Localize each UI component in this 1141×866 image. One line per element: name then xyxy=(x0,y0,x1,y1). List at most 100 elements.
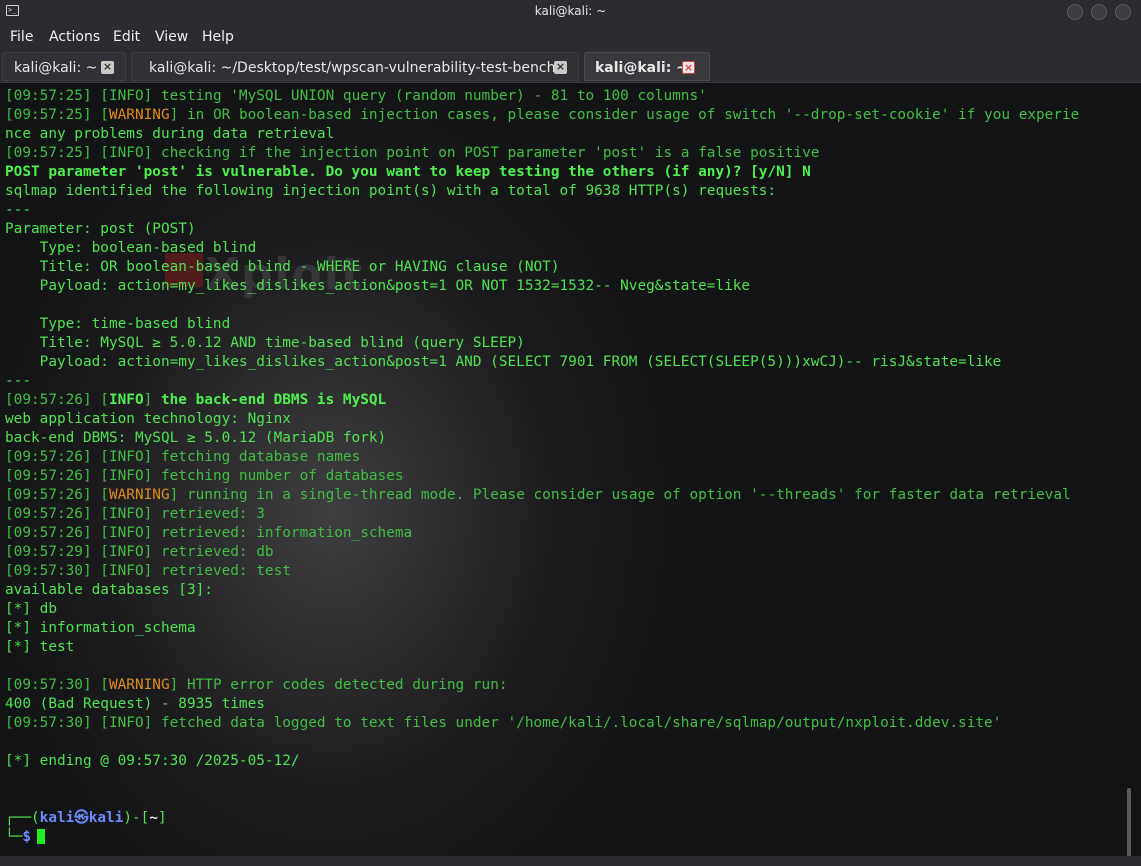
tab-close-icon[interactable]: × xyxy=(554,61,567,74)
bottom-bar xyxy=(0,856,1141,866)
terminal-line: [09:57:26] [INFO] fetching number of dat… xyxy=(5,468,404,484)
log-message: 400 (Bad Request) - 8935 times xyxy=(5,696,265,712)
terminal-line: [09:57:25] [INFO] testing 'MySQL UNION q… xyxy=(5,88,707,104)
terminal-line: [09:57:26] [INFO] retrieved: information… xyxy=(5,525,413,541)
log-message: HTTP error codes detected during run: xyxy=(178,677,508,693)
log-message: available databases [3]: xyxy=(5,582,213,598)
terminal-window: >_ kali@kali: ~ File Actions Edit View H… xyxy=(0,0,1141,866)
terminal-line: [*] test xyxy=(5,638,1130,657)
log-level: WARNING xyxy=(108,487,170,503)
prompt-dollar: $ xyxy=(22,829,31,845)
terminal-line: [09:57:25] [INFO] checking if the inject… xyxy=(5,145,820,161)
log-timestamp: [09:57:26] xyxy=(5,392,92,408)
close-window-button[interactable] xyxy=(1115,4,1131,20)
maximize-button[interactable] xyxy=(1091,4,1107,20)
tab-close-icon[interactable]: × xyxy=(101,61,114,74)
prompt-frame: ┌──( xyxy=(5,810,40,826)
terminal-scrollbar[interactable] xyxy=(1127,788,1131,858)
menu-view[interactable]: View xyxy=(155,29,188,45)
terminal-line: [09:57:30] [INFO] fetched data logged to… xyxy=(5,715,1002,731)
tab-home-1[interactable]: kali@kali: ~ × xyxy=(2,52,126,81)
terminal-line: --- xyxy=(5,372,1130,391)
log-timestamp: [09:57:26] xyxy=(5,468,92,484)
log-level: INFO xyxy=(108,525,144,541)
terminal-line: Title: OR boolean-based blind - WHERE or… xyxy=(5,258,1130,277)
log-level: INFO xyxy=(108,145,144,161)
log-message: fetched data logged to text files under … xyxy=(152,715,1002,731)
log-message: checking if the injection point on POST … xyxy=(152,145,820,161)
log-message: retrieved: test xyxy=(152,563,291,579)
menu-bar: File Actions Edit View Help xyxy=(0,24,1141,51)
terminal-output[interactable]: Xploit [09:57:25] [INFO] testing 'MySQL … xyxy=(0,83,1141,866)
log-message: testing 'MySQL UNION query (random numbe… xyxy=(152,88,707,104)
terminal-line: [09:57:25] [WARNING] in OR boolean-based… xyxy=(5,107,1080,123)
log-level: INFO xyxy=(108,449,144,465)
title-bar: >_ kali@kali: ~ xyxy=(0,0,1141,24)
log-message: Title: MySQL ≥ 5.0.12 AND time-based bli… xyxy=(5,335,525,351)
prompt-cwd: ~ xyxy=(149,810,159,826)
log-message: web application technology: Nginx xyxy=(5,411,291,427)
tab-bar: kali@kali: ~ × kali@kali: ~/Desktop/test… xyxy=(0,51,1141,83)
terminal-line: 400 (Bad Request) - 8935 times xyxy=(5,695,1130,714)
prompt-input-line[interactable]: └─$ xyxy=(5,828,1130,847)
terminal-line: [09:57:30] [INFO] retrieved: test xyxy=(5,563,291,579)
tab-home-active[interactable]: kali@kali: ~ × xyxy=(584,52,710,81)
log-message: retrieved: information_schema xyxy=(152,525,413,541)
log-message: POST parameter 'post' is vulnerable. Do … xyxy=(5,164,811,180)
log-level: INFO xyxy=(108,392,144,408)
log-timestamp: [09:57:26] xyxy=(5,449,92,465)
log-level: INFO xyxy=(108,563,144,579)
menu-edit[interactable]: Edit xyxy=(113,29,140,45)
prompt-frame: └─ xyxy=(5,829,23,845)
tab-label: kali@kali: ~ xyxy=(595,60,688,76)
log-message: nce any problems during data retrieval xyxy=(5,126,335,142)
terminal-line: Payload: action=my_likes_dislikes_action… xyxy=(5,277,1130,296)
terminal-line: [09:57:26] [INFO] the back-end DBMS is M… xyxy=(5,392,387,408)
log-level: INFO xyxy=(108,544,144,560)
log-message: Payload: action=my_likes_dislikes_action… xyxy=(5,278,751,294)
prompt-frame: ] xyxy=(158,810,167,826)
tab-label: kali@kali: ~/Desktop/test/wpscan-vulnera… xyxy=(149,60,556,76)
log-message: Parameter: post (POST) xyxy=(5,221,196,237)
menu-file[interactable]: File xyxy=(10,29,33,45)
terminal-line: available databases [3]: xyxy=(5,581,1130,600)
log-message: Title: OR boolean-based blind - WHERE or… xyxy=(5,259,560,275)
terminal-line: Type: boolean-based blind xyxy=(5,239,1130,258)
terminal-line: [09:57:26] [INFO] fetching database name… xyxy=(5,449,361,465)
text-cursor[interactable] xyxy=(37,829,45,844)
log-message: running in a single-thread mode. Please … xyxy=(178,487,1071,503)
terminal-line: [*] ending @ 09:57:30 /2025-05-12/ xyxy=(5,752,1130,771)
terminal-line: web application technology: Nginx xyxy=(5,410,1130,429)
tab-label: kali@kali: ~ xyxy=(14,60,98,76)
log-timestamp: [09:57:29] xyxy=(5,544,92,560)
tab-close-icon[interactable]: × xyxy=(682,61,695,74)
log-timestamp: [09:57:25] xyxy=(5,145,92,161)
log-timestamp: [09:57:30] xyxy=(5,715,92,731)
log-message: Type: time-based blind xyxy=(5,316,231,332)
log-message: retrieved: 3 xyxy=(152,506,265,522)
tab-wpscan-bench[interactable]: kali@kali: ~/Desktop/test/wpscan-vulnera… xyxy=(131,52,579,81)
log-message: [*] test xyxy=(5,639,75,655)
terminal-line: Parameter: post (POST) xyxy=(5,220,1130,239)
log-message: --- xyxy=(5,202,31,218)
minimize-button[interactable] xyxy=(1067,4,1083,20)
terminal-line: back-end DBMS: MySQL ≥ 5.0.12 (MariaDB f… xyxy=(5,429,1130,448)
log-message: fetching database names xyxy=(152,449,361,465)
log-timestamp: [09:57:26] xyxy=(5,487,92,503)
terminal-line: Payload: action=my_likes_dislikes_action… xyxy=(5,353,1130,372)
terminal-line: [*] db xyxy=(5,600,1130,619)
terminal-line: --- xyxy=(5,201,1130,220)
log-message: retrieved: db xyxy=(152,544,274,560)
log-timestamp: [09:57:26] xyxy=(5,506,92,522)
menu-help[interactable]: Help xyxy=(202,29,234,45)
terminal-line: Type: time-based blind xyxy=(5,315,1130,334)
window-title: kali@kali: ~ xyxy=(534,4,607,18)
terminal-line: POST parameter 'post' is vulnerable. Do … xyxy=(5,163,1130,182)
log-message: fetching number of databases xyxy=(152,468,404,484)
log-message: the back-end DBMS is MySQL xyxy=(152,392,387,408)
menu-actions[interactable]: Actions xyxy=(49,29,100,45)
log-message: in OR boolean-based injection cases, ple… xyxy=(178,107,1080,123)
